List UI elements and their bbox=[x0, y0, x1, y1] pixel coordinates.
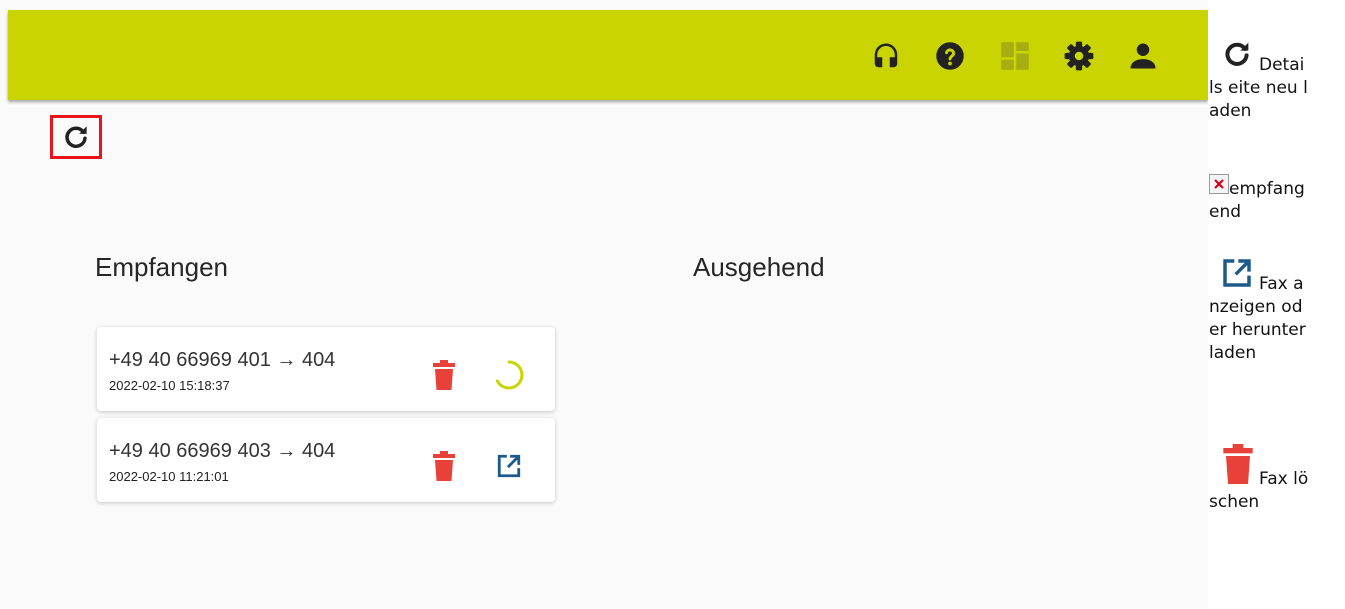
delete-fax-button[interactable] bbox=[428, 357, 460, 393]
headset-icon[interactable] bbox=[871, 41, 901, 71]
fax-route: +49 40 66969 403 → 404 bbox=[109, 440, 336, 462]
top-navigation-bar bbox=[8, 10, 1208, 100]
open-external-icon bbox=[497, 454, 521, 478]
fax-timestamp: 2022-02-10 15:18:37 bbox=[109, 378, 230, 393]
loading-spinner-icon bbox=[493, 357, 525, 393]
received-fax-card[interactable]: +49 40 66969 401 → 404 2022-02-10 15:18:… bbox=[97, 327, 555, 411]
trash-icon bbox=[1223, 444, 1253, 484]
open-fax-button[interactable] bbox=[493, 448, 525, 484]
legend-delete-fax: Fax löschen bbox=[1209, 444, 1309, 514]
help-icon[interactable] bbox=[935, 41, 965, 71]
reload-icon bbox=[1225, 42, 1249, 66]
received-section-title: Empfangen bbox=[95, 252, 228, 282]
legend-open-fax: Fax anzeigen oder herunterladen bbox=[1209, 257, 1309, 365]
dashboard-icon[interactable] bbox=[1000, 41, 1030, 71]
delete-fax-button[interactable] bbox=[428, 448, 460, 484]
broken-image-icon bbox=[1209, 174, 1229, 194]
open-external-icon bbox=[1223, 259, 1251, 287]
trash-icon bbox=[433, 451, 455, 481]
icon-legend-sidebar: Details eite neu laden empfangend Fax an… bbox=[1209, 0, 1345, 609]
fax-app: Empfangen Ausgehend +49 40 66969 401 → 4… bbox=[0, 0, 1208, 609]
reload-icon bbox=[65, 126, 87, 148]
outgoing-section-title: Ausgehend bbox=[693, 252, 825, 282]
legend-reload: Details eite neu laden bbox=[1209, 38, 1309, 123]
fax-route: +49 40 66969 401 → 404 bbox=[109, 349, 336, 371]
reload-button[interactable] bbox=[50, 115, 102, 159]
legend-received: empfangend bbox=[1209, 174, 1309, 224]
trash-icon bbox=[433, 360, 455, 390]
user-icon[interactable] bbox=[1128, 41, 1158, 71]
settings-icon[interactable] bbox=[1064, 41, 1094, 71]
fax-timestamp: 2022-02-10 11:21:01 bbox=[109, 469, 229, 484]
received-fax-card[interactable]: +49 40 66969 403 → 404 2022-02-10 11:21:… bbox=[97, 418, 555, 502]
